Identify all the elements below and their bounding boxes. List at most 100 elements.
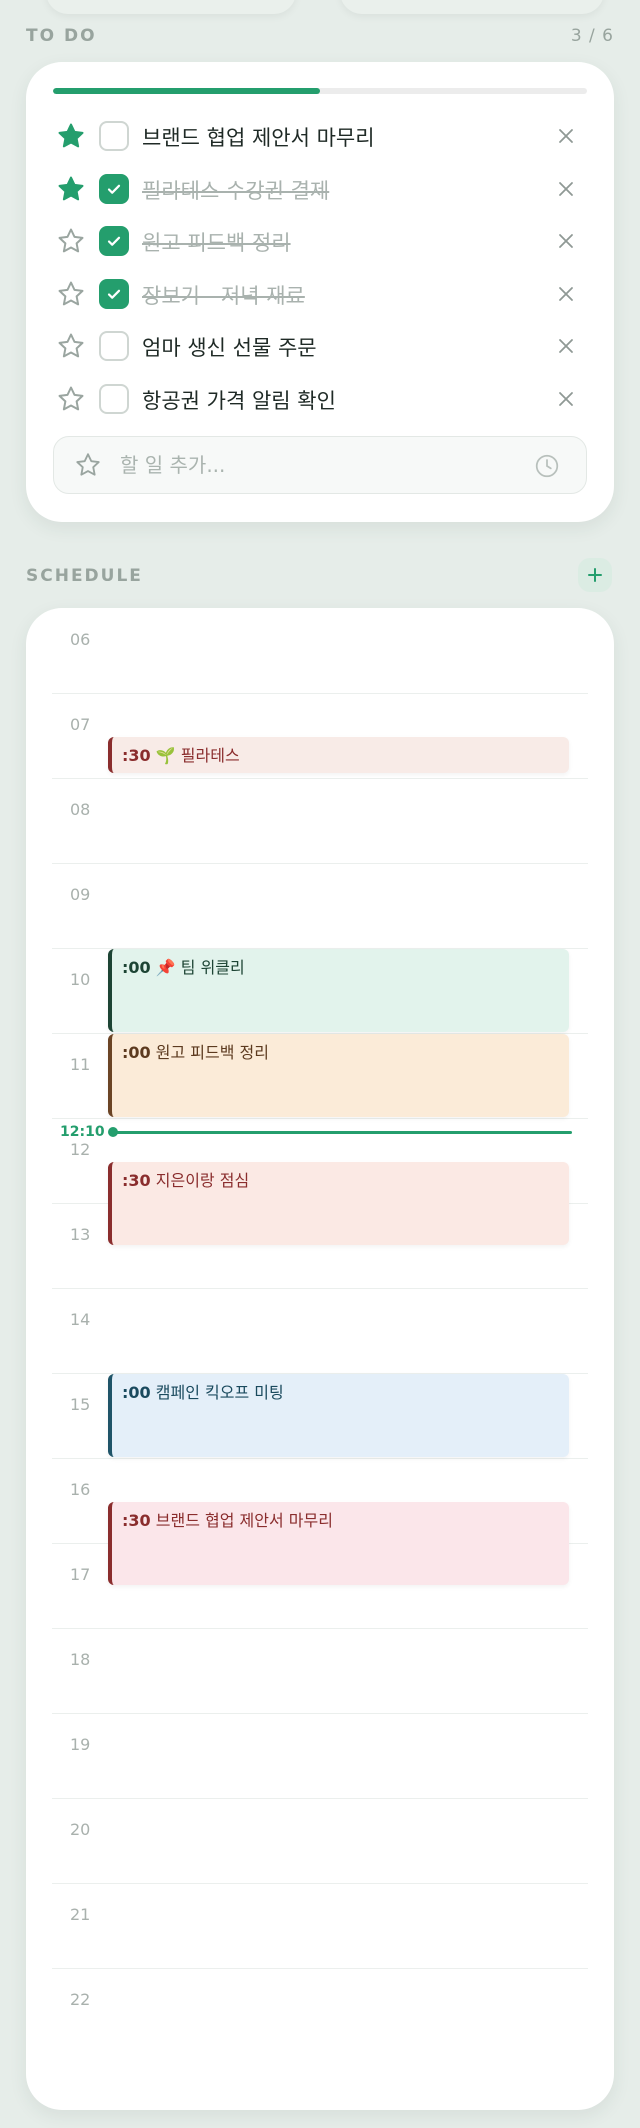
close-icon[interactable] (556, 389, 576, 409)
current-time-line (114, 1130, 572, 1134)
todo-text: 필라테스 수강권 결제 (142, 178, 330, 203)
hour-label: 12 (70, 1140, 91, 1159)
event-time: :30 (122, 745, 151, 765)
star-icon[interactable] (56, 121, 86, 151)
todo-count: 3 / 6 (570, 26, 614, 46)
todo-checkbox[interactable] (99, 173, 129, 204)
star-outline-icon[interactable] (56, 226, 86, 256)
hour-label: 19 (70, 1735, 91, 1754)
hour-label: 13 (70, 1225, 91, 1244)
event-title: 원고 피드백 정리 (155, 1043, 269, 1062)
event-title: 캠페인 킥오프 미팅 (155, 1383, 284, 1402)
plus-icon (588, 568, 602, 582)
event-emoji: 🌱 (155, 745, 176, 765)
current-time-label: 12:10 (60, 1124, 105, 1141)
star-outline-icon[interactable] (56, 279, 86, 309)
todo-item: 항공권 가격 알림 확인 (26, 373, 614, 425)
hour-divider (52, 1798, 588, 1799)
todo-checkbox[interactable] (99, 278, 129, 309)
todo-item: 원고 피드백 정리 (26, 215, 614, 267)
todo-checkbox[interactable] (99, 383, 129, 414)
hour-label: 15 (70, 1395, 91, 1414)
event-title: 브랜드 협업 제안서 마무리 (155, 1510, 333, 1530)
todo-progress-fill (53, 88, 320, 94)
check-icon (107, 289, 121, 299)
hour-label: 07 (70, 715, 91, 734)
hour-divider (52, 1288, 588, 1289)
hour-label: 14 (70, 1310, 91, 1329)
hour-divider (52, 693, 588, 694)
close-icon[interactable] (556, 284, 576, 304)
event-time: :00 (122, 1383, 151, 1402)
close-icon[interactable] (556, 336, 576, 356)
todo-text: 장보기 - 저녁 재료 (142, 283, 305, 308)
hour-label: 22 (70, 1990, 91, 2009)
hour-divider (52, 1883, 588, 1884)
add-todo-input[interactable] (120, 449, 500, 481)
event-title: 필라테스 (180, 745, 240, 765)
check-icon (107, 184, 121, 194)
event-block[interactable]: :00 📌 팀 위클리 (108, 949, 569, 1032)
hour-row[interactable]: 19 (26, 1713, 614, 1798)
close-icon[interactable] (556, 231, 576, 251)
todo-item: 필라테스 수강권 결제 (26, 163, 614, 215)
hour-row[interactable]: 21 (26, 1883, 614, 1968)
hour-label: 11 (70, 1055, 91, 1074)
add-event-button[interactable] (578, 558, 612, 592)
event-block[interactable]: :30 🌱 필라테스 (108, 736, 569, 773)
event-time: :00 (122, 1043, 151, 1062)
hour-divider (52, 1118, 588, 1119)
hour-divider (52, 1458, 588, 1459)
todo-checkbox[interactable] (99, 331, 129, 361)
hour-divider (52, 1713, 588, 1714)
hour-label: 18 (70, 1650, 91, 1669)
star-icon[interactable] (56, 174, 86, 204)
hour-row[interactable]: 14 (26, 1288, 614, 1373)
event-emoji: 📌 (155, 958, 176, 977)
star-outline-icon[interactable] (56, 384, 86, 414)
todo-text: 브랜드 협업 제안서 마무리 (142, 126, 375, 150)
hour-label: 21 (70, 1905, 91, 1924)
todo-item: 장보기 - 저녁 재료 (26, 268, 614, 320)
hour-row[interactable]: 22 (26, 1968, 614, 2053)
todo-card: 브랜드 협업 제안서 마무리필라테스 수강권 결제원고 피드백 정리장보기 - … (26, 62, 614, 522)
todo-progress-bar (53, 88, 587, 94)
todo-checkbox[interactable] (99, 121, 129, 151)
todo-item: 엄마 생신 선물 주문 (26, 320, 614, 372)
add-todo-field[interactable] (53, 436, 587, 494)
hour-divider (52, 1628, 588, 1629)
close-icon[interactable] (556, 126, 576, 146)
hour-row[interactable]: 08 (26, 778, 614, 863)
hour-divider (52, 1968, 588, 1969)
star-outline-icon[interactable] (56, 331, 86, 361)
star-outline-icon[interactable] (74, 451, 102, 479)
event-title: 팀 위클리 (180, 958, 245, 977)
hour-row[interactable]: 18 (26, 1628, 614, 1713)
clock-icon[interactable] (534, 453, 560, 479)
hour-label: 10 (70, 970, 91, 989)
hour-row[interactable]: 20 (26, 1798, 614, 1883)
event-block[interactable]: :00 캠페인 킥오프 미팅 (108, 1374, 569, 1457)
hour-row[interactable]: 06 (26, 608, 614, 693)
todo-section-title: TO DO (26, 26, 97, 46)
previous-card-left (46, 0, 296, 14)
event-title: 지은이랑 점심 (155, 1170, 250, 1190)
event-time: :30 (122, 1170, 151, 1190)
hour-label: 09 (70, 885, 91, 904)
hour-row[interactable]: 09 (26, 863, 614, 948)
todo-checkbox[interactable] (99, 226, 129, 256)
hour-label: 08 (70, 800, 91, 819)
hour-divider (52, 863, 588, 864)
check-icon (107, 236, 121, 246)
event-block[interactable]: :30 브랜드 협업 제안서 마무리 (108, 1501, 569, 1585)
hour-label: 17 (70, 1565, 91, 1584)
event-block[interactable]: :00 원고 피드백 정리 (108, 1034, 569, 1117)
todo-text: 엄마 생신 선물 주문 (142, 336, 317, 360)
previous-card-right (340, 0, 604, 14)
event-block[interactable]: :30 지은이랑 점심 (108, 1161, 569, 1245)
hour-label: 06 (70, 630, 91, 649)
hour-label: 16 (70, 1480, 91, 1499)
schedule-card: 06 07 08 09 10 11 12 13 14 15 16 17 18 19 20 21 22 :30 🌱… (26, 608, 614, 2110)
schedule-section-title: SCHEDULE (26, 566, 143, 586)
close-icon[interactable] (556, 179, 576, 199)
